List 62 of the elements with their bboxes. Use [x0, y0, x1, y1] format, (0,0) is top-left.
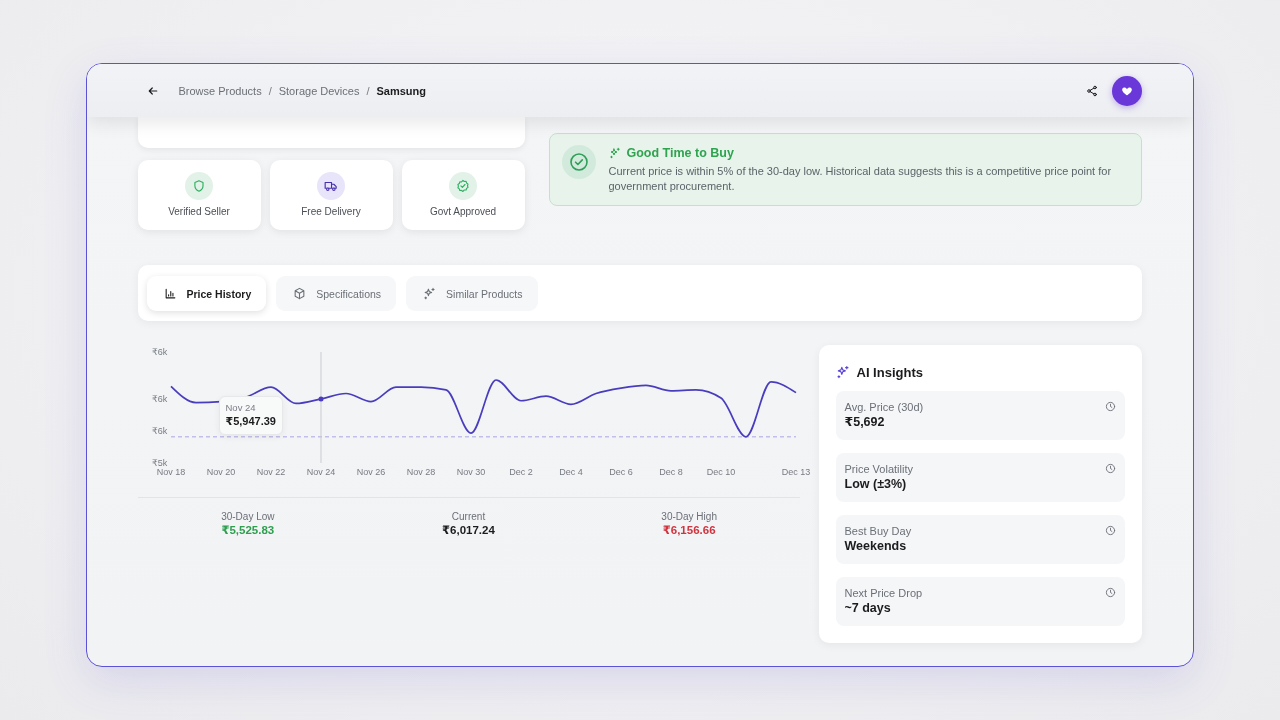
feature-label: Free Delivery: [301, 206, 361, 218]
sparkle-icon: [423, 287, 437, 300]
insight-value: ~7 days: [844, 600, 892, 616]
bar-chart-icon: [163, 287, 177, 300]
stat-label: Current: [451, 510, 486, 523]
feature-label: Govt Approved: [429, 206, 497, 218]
x-axis-label: Dec 2: [508, 467, 533, 477]
x-axis-label: Nov 30: [456, 467, 485, 477]
clock-icon: [1104, 401, 1116, 412]
x-axis-label: Dec 10: [706, 467, 735, 477]
clock-icon: [1104, 463, 1116, 474]
heart-icon: [1120, 84, 1133, 97]
x-axis-label: Nov 20: [206, 467, 235, 477]
insight-label: Price Volatility: [844, 463, 914, 476]
stat-value: ₹6,017.24: [442, 523, 495, 537]
x-axis-label: Dec 4: [558, 467, 583, 477]
x-axis-label: Nov 18: [156, 467, 185, 477]
panel-title: AI Insights: [856, 364, 923, 380]
x-axis-label: Dec 8: [658, 467, 683, 477]
insight-label: Next Price Drop: [844, 587, 924, 600]
left-arrow-icon: [146, 84, 159, 97]
y-axis-label: ₹6k: [151, 393, 167, 404]
feature-label: Verified Seller: [168, 206, 230, 218]
breadcrumb-current: Samsung: [376, 84, 426, 97]
check-circle-icon: [561, 145, 596, 179]
x-axis-label: Nov 26: [356, 467, 385, 477]
tab[interactable]: Similar Products: [406, 276, 538, 311]
stat-label: 30-Day Low: [221, 510, 275, 523]
insight-label: Best Buy Day: [844, 525, 913, 538]
breadcrumb-separator: /: [366, 84, 370, 97]
stat-value: ₹6,156.66: [662, 523, 716, 537]
tab[interactable]: Specifications: [276, 276, 397, 311]
sparkle-icon: [835, 365, 850, 379]
recommendation-title: Good Time to Buy: [626, 146, 734, 160]
y-axis-label: ₹6k: [151, 347, 167, 357]
hover-dot: [318, 396, 323, 402]
x-axis-label: Nov 28: [406, 467, 435, 477]
recommendation-text: Current price is within 5% of the 30-day low. Historical data suggests this is a competitive price point for government procurement.: [608, 164, 1113, 194]
x-axis-label: Nov 22: [256, 467, 285, 477]
insight-value: Low (±3%): [844, 476, 908, 492]
favorite-button[interactable]: [1111, 75, 1142, 106]
breadcrumb-link[interactable]: Browse Products: [178, 84, 262, 97]
sparkle-icon: [608, 147, 621, 159]
x-axis-label: Dec 13: [781, 467, 810, 477]
y-axis-label: ₹6k: [151, 425, 167, 436]
insight-label: Avg. Price (30d): [844, 401, 925, 414]
tooltip-price: ₹5,947.39: [225, 414, 276, 428]
share-icon: [1085, 84, 1098, 97]
breadcrumb-separator: /: [268, 84, 272, 97]
cube-icon: [293, 287, 307, 300]
insight-value: ₹5,692: [844, 414, 886, 430]
x-axis-label: Dec 6: [608, 467, 633, 477]
breadcrumb-link[interactable]: Storage Devices: [278, 84, 360, 97]
y-axis-label: ₹5k: [151, 458, 167, 468]
clock-icon: [1104, 525, 1116, 536]
tab[interactable]: Price History: [146, 276, 267, 311]
stat-value: ₹5,525.83: [221, 523, 275, 537]
clock-icon: [1104, 587, 1116, 598]
stat-label: 30-Day High: [661, 510, 717, 523]
x-axis-label: Nov 24: [306, 467, 335, 477]
tooltip-date: Nov 24: [225, 402, 257, 414]
insight-value: Weekends: [844, 538, 908, 554]
